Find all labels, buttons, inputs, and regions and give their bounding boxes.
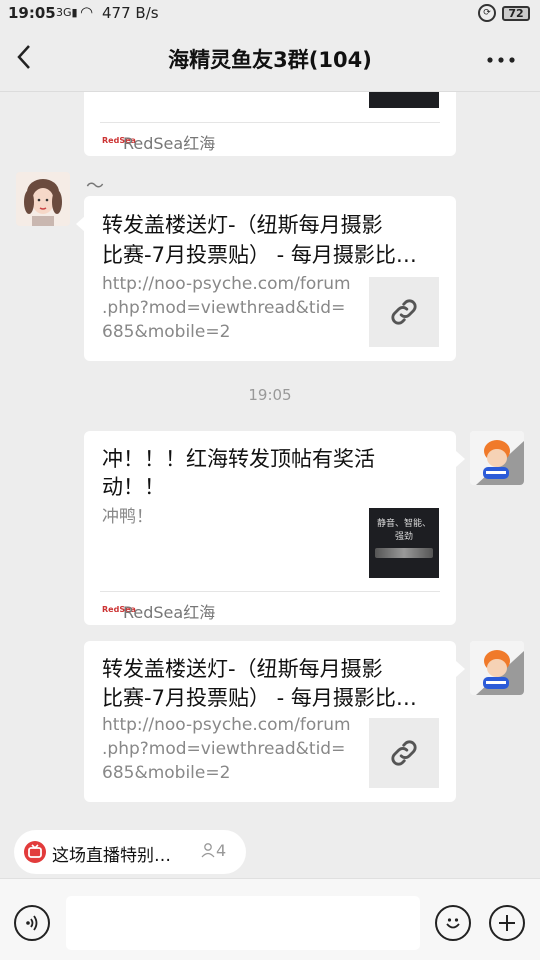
- card-title-line1: 冲！！！红海转发顶帖有奖活: [102, 447, 375, 471]
- avatar-boy-icon: [470, 431, 524, 485]
- link-icon: [391, 740, 417, 766]
- card-title-line1: 转发盖楼送灯-（纽斯每月摄影: [102, 213, 383, 237]
- back-button[interactable]: [14, 42, 44, 78]
- card-title-line2: 比赛-7月投票贴） - 每月摄影比…: [102, 243, 417, 267]
- voice-icon: [26, 915, 38, 931]
- status-time: 19:05: [8, 4, 56, 22]
- more-button[interactable]: [486, 38, 520, 78]
- avatar-boy-icon: [470, 641, 524, 695]
- article-card[interactable]: 冲！！！红海转发顶帖有奖活 动！！ 冲鸭！ 静音、智能、强劲 RedSea Re…: [84, 431, 456, 625]
- live-stream-text: 这场直播特别…: [52, 846, 171, 866]
- card-desc-line2: .php?mod=viewthread&tid=: [102, 298, 346, 318]
- chat-title: 海精灵鱼友3群(104): [168, 48, 372, 72]
- link-icon: [391, 299, 417, 325]
- link-thumbnail: [369, 718, 439, 788]
- plus-icon: [499, 915, 515, 931]
- person-icon: [201, 843, 215, 858]
- chevron-left-icon: [17, 45, 30, 69]
- thumbnail-text: 静音、智能、强劲: [376, 519, 431, 542]
- card-source: RedSea红海: [123, 134, 216, 153]
- viewer-count-value: 4: [216, 841, 227, 860]
- card-desc-line2: .php?mod=viewthread&tid=: [102, 739, 346, 759]
- message-card-partial[interactable]: RedSea RedSea红海: [84, 92, 456, 156]
- sender-name: ～: [86, 176, 104, 197]
- card-title-line1: 转发盖楼送灯-（纽斯每月摄影: [102, 657, 383, 681]
- card-title-line2: 比赛-7月投票贴） - 每月摄影比…: [102, 686, 417, 710]
- message-input[interactable]: [66, 896, 420, 950]
- avatar-girl-icon: [16, 172, 70, 226]
- network-speed: 477 B/s: [102, 4, 159, 22]
- avatar[interactable]: [16, 172, 70, 226]
- message-timestamp: 19:05: [248, 386, 292, 404]
- card-title-line2: 动！！: [102, 475, 165, 499]
- card-thumbnail: [369, 92, 439, 108]
- voice-button[interactable]: [14, 905, 50, 941]
- link-card[interactable]: 转发盖楼送灯-（纽斯每月摄影 比赛-7月投票贴） - 每月摄影比… http:/…: [84, 641, 456, 802]
- card-desc: 冲鸭！: [102, 507, 153, 527]
- live-icon: [24, 841, 46, 863]
- wifi-icon: ◠: [80, 3, 94, 21]
- card-divider: [100, 591, 440, 592]
- live-stream-pill[interactable]: 这场直播特别… 4: [14, 830, 246, 874]
- battery-icon: 72: [502, 6, 530, 21]
- emoji-button[interactable]: [435, 905, 471, 941]
- emoji-icon: [446, 918, 460, 929]
- link-card[interactable]: 转发盖楼送灯-（纽斯每月摄影 比赛-7月投票贴） - 每月摄影比… http:/…: [84, 196, 456, 361]
- card-desc-line3: 685&mobile=2: [102, 763, 231, 783]
- bubble-tail: [456, 661, 465, 677]
- chat-header: 海精灵鱼友3群(104): [0, 28, 540, 92]
- avatar-self[interactable]: [470, 431, 524, 485]
- viewer-count: 4: [200, 841, 226, 860]
- card-desc-line1: http://noo-psyche.com/forum: [102, 715, 351, 735]
- card-desc-line1: http://noo-psyche.com/forum: [102, 274, 351, 294]
- card-source: RedSea红海: [123, 603, 216, 622]
- thumbnail-product: [375, 548, 433, 558]
- link-thumbnail: [369, 277, 439, 347]
- bubble-tail: [456, 451, 465, 467]
- rotation-lock-icon: ⟳: [478, 4, 496, 22]
- more-dots-icon: [487, 57, 515, 63]
- card-thumbnail: 静音、智能、强劲: [369, 508, 439, 578]
- card-divider: [100, 122, 440, 123]
- network-type: 3G: [56, 6, 72, 19]
- card-desc-line3: 685&mobile=2: [102, 322, 231, 342]
- input-bar: [0, 878, 540, 960]
- more-actions-button[interactable]: [489, 905, 525, 941]
- avatar-self[interactable]: [470, 641, 524, 695]
- status-bar: 19:05 3G▮ ◠ 477 B/s ⟳ 72: [0, 0, 540, 28]
- signal-icon: 3G▮: [56, 6, 78, 19]
